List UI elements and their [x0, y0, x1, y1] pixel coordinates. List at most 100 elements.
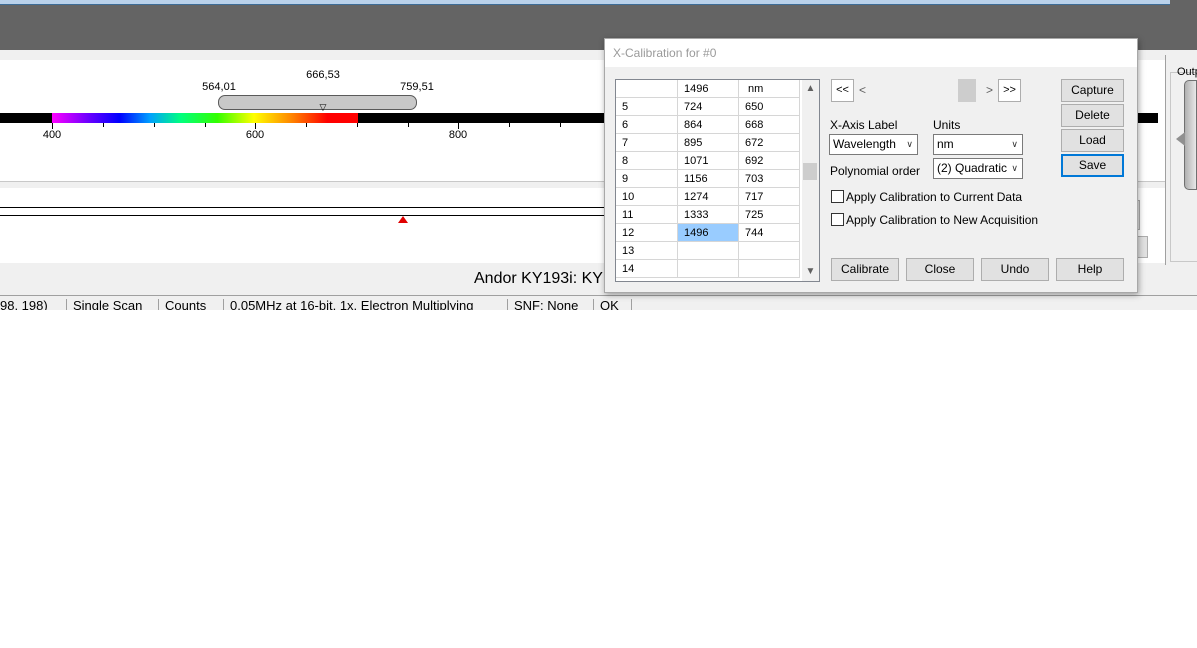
x-axis-label-label: X-Axis Label	[830, 118, 898, 132]
first-point-button[interactable]: <<	[831, 79, 854, 102]
x-axis-label-value: Wavelength	[833, 137, 896, 151]
calibrate-button[interactable]: Calibrate	[831, 258, 899, 281]
track-line	[0, 215, 620, 216]
range-center-label: 666,53	[306, 69, 340, 81]
status-snf: SNF: None	[507, 299, 578, 310]
table-cell-pixel[interactable]	[678, 242, 739, 260]
scroll-up-icon[interactable]: ▲	[802, 80, 819, 97]
status-acquisition-mode: Single Scan	[66, 299, 142, 310]
table-row-number: 8	[616, 152, 678, 170]
table-cell-pixel[interactable]: 1156	[678, 170, 739, 188]
table-header-cell	[616, 80, 678, 98]
range-start-label: 564,01	[202, 81, 236, 93]
chevron-down-icon: ∨	[1011, 139, 1018, 149]
axis-label-800: 800	[448, 129, 468, 141]
table-cell-wavelength[interactable]: 650	[739, 98, 800, 116]
table-row-number: 12	[616, 224, 678, 242]
table-cell-wavelength[interactable]: 725	[739, 206, 800, 224]
table-cell-wavelength[interactable]: 672	[739, 134, 800, 152]
table-cell-wavelength[interactable]: 668	[739, 116, 800, 134]
table-cell-wavelength[interactable]: 744	[739, 224, 800, 242]
status-data-type: Counts	[158, 299, 206, 310]
center-pointer-icon[interactable]: ▽	[318, 103, 328, 112]
ruler-tick	[560, 123, 561, 127]
table-cell-pixel[interactable]: 1333	[678, 206, 739, 224]
help-button[interactable]: Help	[1056, 258, 1124, 281]
output-arrow-icon	[1176, 132, 1185, 146]
table-header-cell: nm	[739, 80, 800, 98]
status-empty	[631, 299, 1197, 310]
apply-new-label[interactable]: Apply Calibration to New Acquisition	[846, 213, 1038, 227]
save-button[interactable]: Save	[1061, 154, 1124, 177]
table-scrollbar[interactable]	[802, 80, 819, 281]
load-button[interactable]: Load	[1061, 129, 1124, 152]
chevron-down-icon: ∨	[906, 139, 913, 149]
scroll-down-icon[interactable]: ▼	[802, 263, 819, 280]
units-value: nm	[937, 137, 954, 151]
table-row-number: 11	[616, 206, 678, 224]
device-title: Andor KY193i: KY	[474, 270, 603, 287]
axis-label-400: 400	[42, 129, 62, 141]
table-cell-wavelength[interactable]: 692	[739, 152, 800, 170]
table-cell-pixel-selected[interactable]: 1496	[678, 224, 739, 242]
calibration-table[interactable]: 1496 nm 5 724 650 6 864 668 7 895 672 8 …	[615, 79, 820, 282]
polynomial-order-select[interactable]: (2) Quadratic ∨	[933, 158, 1023, 179]
table-cell-pixel[interactable]: 895	[678, 134, 739, 152]
polynomial-order-value: (2) Quadratic	[937, 161, 1008, 175]
ruler-tick	[357, 123, 358, 127]
close-button[interactable]: Close	[906, 258, 974, 281]
ruler-tick	[154, 123, 155, 127]
status-readout: 0.05MHz at 16-bit, 1x, Electron Multiply…	[223, 299, 474, 310]
units-select[interactable]: nm ∨	[933, 134, 1023, 155]
apply-current-label[interactable]: Apply Calibration to Current Data	[846, 190, 1022, 204]
status-coordinates: 98, 198)	[0, 298, 48, 311]
ruler-tick	[205, 123, 206, 127]
ruler-tick	[509, 123, 510, 127]
undo-button[interactable]: Undo	[981, 258, 1049, 281]
output-panel-label: Outp	[1177, 66, 1197, 78]
table-row-number: 7	[616, 134, 678, 152]
range-end-label: 759,51	[400, 81, 434, 93]
ruler-tick	[408, 123, 409, 127]
table-cell-pixel[interactable]	[678, 260, 739, 278]
table-row-number: 5	[616, 98, 678, 116]
table-cell-wavelength[interactable]: 703	[739, 170, 800, 188]
table-row-number: 13	[616, 242, 678, 260]
axis-label-600: 600	[245, 129, 265, 141]
units-label: Units	[933, 118, 961, 132]
table-cell-wavelength[interactable]	[739, 260, 800, 278]
capture-button[interactable]: Capture	[1061, 79, 1124, 102]
scroll-right-icon[interactable]: >	[981, 79, 998, 102]
delete-button[interactable]: Delete	[1061, 104, 1124, 127]
apply-current-checkbox[interactable]	[831, 190, 844, 203]
status-ok: OK	[593, 299, 619, 310]
table-cell-pixel[interactable]: 864	[678, 116, 739, 134]
table-header-cell: 1496	[678, 80, 739, 98]
table-cell-pixel[interactable]: 724	[678, 98, 739, 116]
ruler-tick	[103, 123, 104, 127]
scroll-left-icon[interactable]: <	[854, 79, 871, 102]
ruler-tick	[306, 123, 307, 127]
x-axis-label-select[interactable]: Wavelength ∨	[829, 134, 918, 155]
track-line	[0, 207, 620, 208]
position-marker-icon[interactable]	[398, 216, 408, 223]
table-cell-wavelength[interactable]	[739, 242, 800, 260]
polynomial-order-label: Polynomial order	[830, 164, 921, 178]
table-row-number: 14	[616, 260, 678, 278]
table-cell-wavelength[interactable]: 717	[739, 188, 800, 206]
scroll-thumb[interactable]	[958, 79, 976, 102]
chevron-down-icon: ∨	[1011, 163, 1018, 173]
table-cell-pixel[interactable]: 1071	[678, 152, 739, 170]
window-title-strip	[0, 0, 1170, 5]
status-bar: 98, 198) Single Scan Counts 0.05MHz at 1…	[0, 295, 1197, 310]
dialog-title: X-Calibration for #0	[613, 46, 717, 60]
table-row-number: 9	[616, 170, 678, 188]
visible-spectrum-bar	[52, 113, 358, 123]
table-cell-pixel[interactable]: 1274	[678, 188, 739, 206]
apply-new-checkbox[interactable]	[831, 213, 844, 226]
spectrograph-icon	[1184, 80, 1197, 190]
table-row-number: 10	[616, 188, 678, 206]
table-scroll-thumb[interactable]	[803, 163, 817, 180]
table-row-number: 6	[616, 116, 678, 134]
last-point-button[interactable]: >>	[998, 79, 1021, 102]
